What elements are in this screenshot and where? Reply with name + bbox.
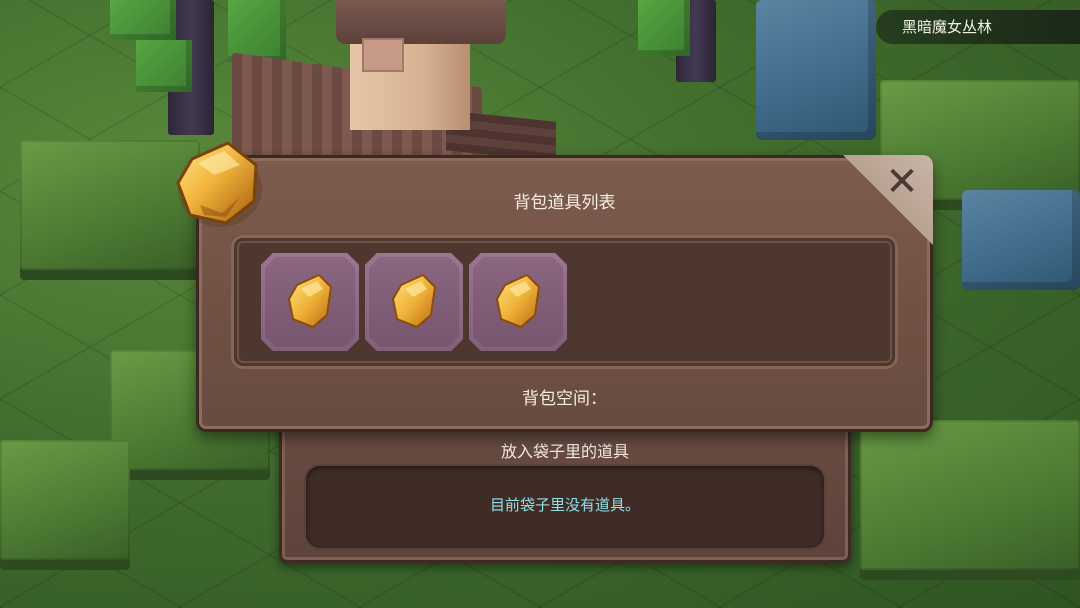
item-slots <box>261 253 567 351</box>
item-slot[interactable] <box>365 253 463 351</box>
leaf-block <box>110 0 176 40</box>
grass-tile <box>860 420 1080 570</box>
leaf-block <box>136 40 192 92</box>
inventory-title: 背包道具列表 <box>513 193 616 213</box>
bag-space-label: 背包空间： <box>522 389 607 409</box>
inventory-panel: ✕ 背包道具列表 背包空间： <box>196 155 933 432</box>
stone-block <box>756 0 876 140</box>
bag-empty-message: 目前袋子里没有道具。 <box>489 496 640 514</box>
game-screen: 黑暗魔女丛林 放入袋子里的道具 目前袋子里没有道具。 ✕ 背包道具列表 背包空间… <box>0 0 1080 608</box>
leaf-block <box>638 0 690 56</box>
location-name: 黑暗魔女丛林 <box>902 18 993 36</box>
bag-contents-area: 目前袋子里没有道具。 <box>306 466 824 548</box>
bag-panel-title: 放入袋子里的道具 <box>500 442 629 461</box>
item-slot[interactable] <box>261 253 359 351</box>
grass-tile <box>0 440 130 560</box>
stone-block <box>962 190 1080 290</box>
gold-nugget-icon <box>391 273 437 329</box>
item-slot[interactable] <box>469 253 567 351</box>
item-tray <box>231 235 898 369</box>
house-window <box>362 38 404 72</box>
location-label: 黑暗魔女丛林 <box>876 10 1080 44</box>
gold-nugget-icon <box>287 273 333 329</box>
gold-nugget-icon <box>495 273 541 329</box>
gold-nugget-icon <box>176 141 262 227</box>
